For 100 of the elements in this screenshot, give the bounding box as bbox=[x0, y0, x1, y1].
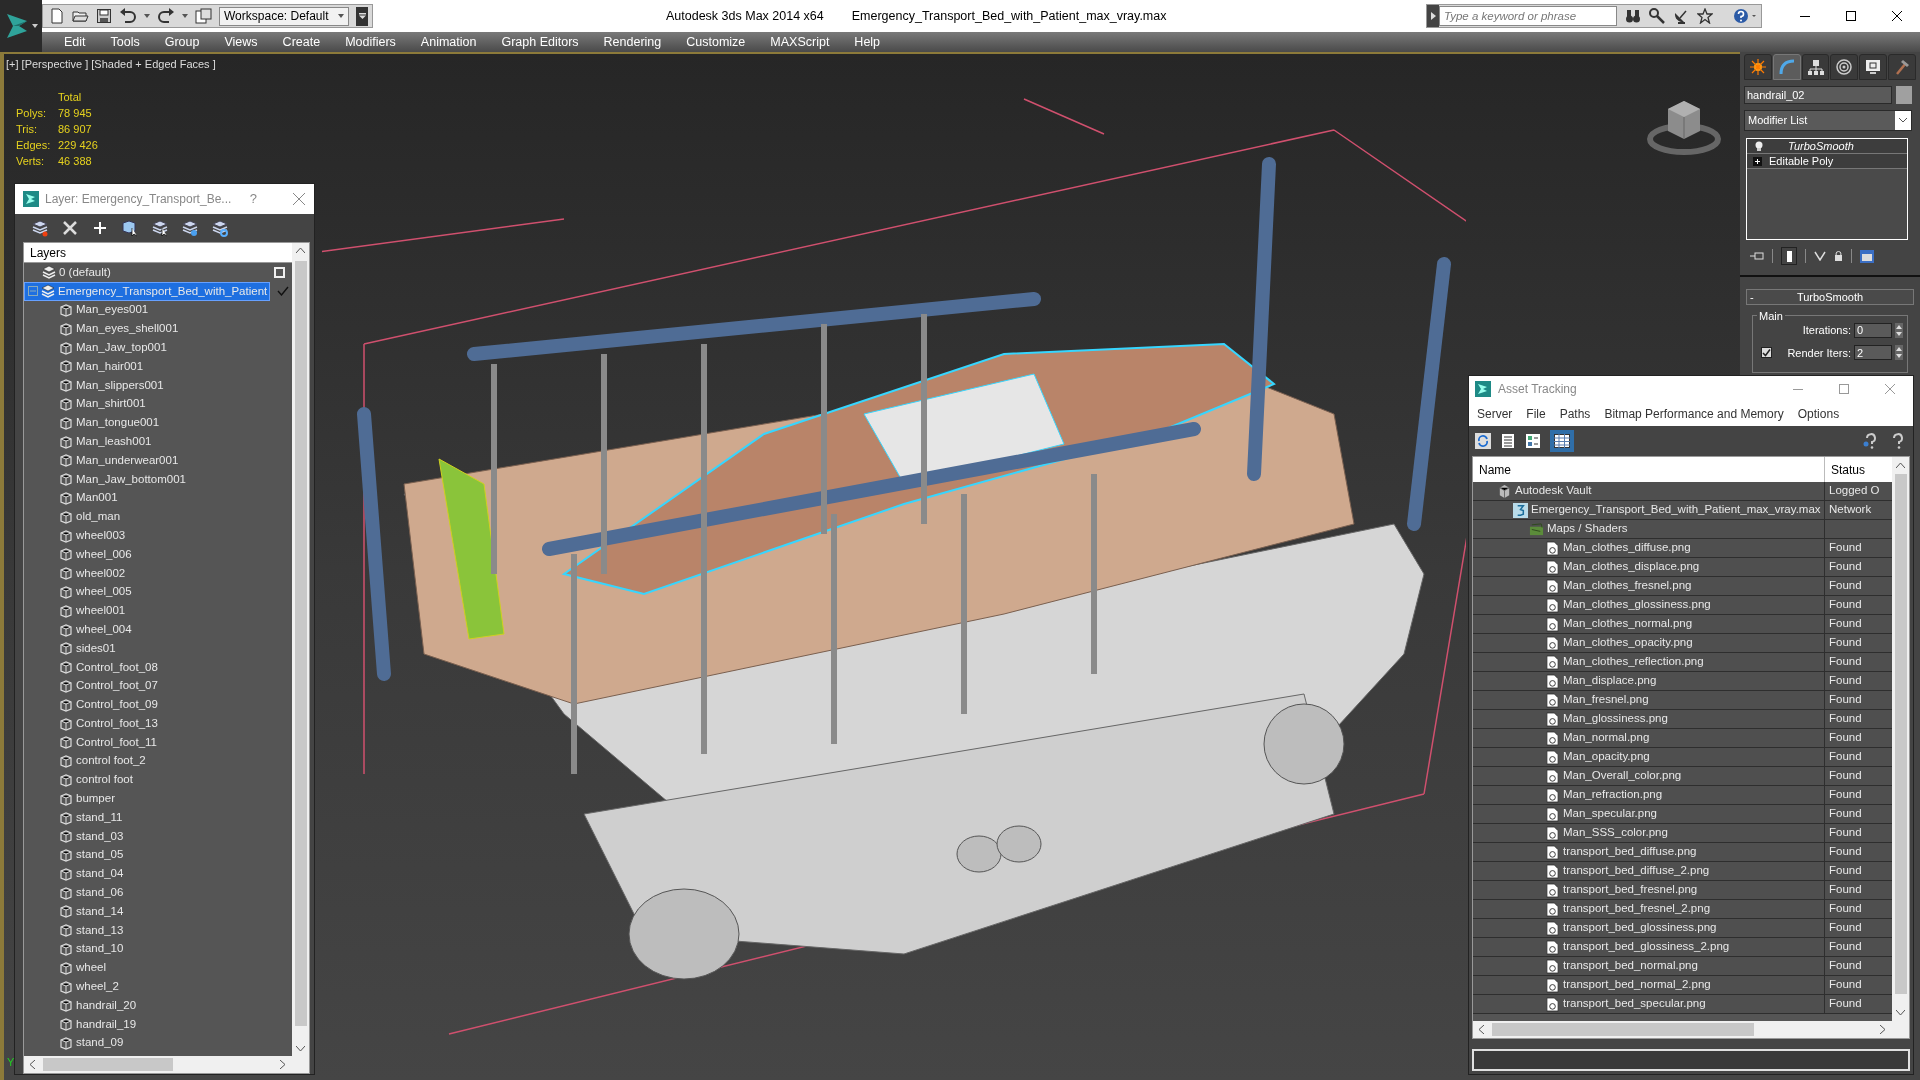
asset-name-cell[interactable]: Man_fresnel.png bbox=[1473, 691, 1825, 709]
asset-name-cell[interactable]: Man_clothes_reflection.png bbox=[1473, 653, 1825, 671]
collapse-toggle[interactable]: - bbox=[1750, 288, 1754, 306]
layer-row[interactable]: Man_hair001 bbox=[24, 357, 268, 376]
asset-name-cell[interactable]: Man_glossiness.png bbox=[1473, 710, 1825, 728]
asset-name-cell[interactable]: Autodesk Vault bbox=[1473, 482, 1825, 500]
modifier-stack-item[interactable]: TurboSmooth bbox=[1747, 139, 1907, 154]
layer-row[interactable]: control foot_2 bbox=[24, 751, 268, 771]
layer-row[interactable]: Man_shirt001 bbox=[24, 394, 268, 414]
layer-row[interactable]: wheel_2 bbox=[24, 977, 268, 997]
menu-item[interactable]: File bbox=[1526, 405, 1546, 423]
layer-row[interactable]: Control_foot_11 bbox=[24, 732, 268, 752]
asset-name-cell[interactable]: transport_bed_glossiness_2.png bbox=[1473, 938, 1825, 956]
layer-row[interactable]: Man_tongue001 bbox=[24, 413, 268, 433]
layer-row[interactable]: stand_14 bbox=[24, 902, 268, 921]
workspace-dropdown[interactable]: Workspace: Default bbox=[219, 6, 349, 26]
menu-item[interactable]: Graph Editors bbox=[501, 32, 579, 52]
menu-item[interactable]: Server bbox=[1477, 405, 1513, 423]
menu-item[interactable]: Views bbox=[224, 32, 258, 52]
layer-row[interactable]: Man_Jaw_top001 bbox=[24, 338, 268, 357]
layer-row[interactable]: stand_04 bbox=[24, 864, 268, 884]
menu-item[interactable]: Group bbox=[164, 32, 200, 52]
menu-item[interactable]: Edit bbox=[64, 32, 86, 52]
number-field[interactable]: 0 bbox=[1854, 322, 1892, 338]
layer-row[interactable]: Man_underwear001 bbox=[24, 450, 268, 470]
viewport-label[interactable]: [+] [Perspective ] [Shaded + Edged Faces ] bbox=[6, 56, 216, 73]
layer-row[interactable]: wheel001 bbox=[24, 601, 268, 621]
menu-item[interactable]: Tools bbox=[110, 32, 140, 52]
asset-name-cell[interactable]: Man_clothes_glossiness.png bbox=[1473, 596, 1825, 614]
layer-row[interactable]: sides01 bbox=[24, 638, 268, 658]
asset-name-cell[interactable]: transport_bed_specular.png bbox=[1473, 995, 1825, 1013]
layer-row[interactable]: wheel_006 bbox=[24, 544, 268, 564]
layer-row[interactable]: stand_13 bbox=[24, 920, 268, 940]
layer-row[interactable]: Man_Jaw_bottom001 bbox=[24, 469, 268, 489]
asset-name-cell[interactable]: Man_clothes_opacity.png bbox=[1473, 634, 1825, 652]
menu-item[interactable]: Customize bbox=[686, 32, 746, 52]
layer-row[interactable]: bumper bbox=[24, 789, 268, 809]
layer-row[interactable]: Man_leash001 bbox=[24, 432, 268, 451]
layer-row[interactable]: wheel_004 bbox=[24, 620, 268, 639]
column-header[interactable]: Status bbox=[1825, 457, 1892, 482]
modifier-list-dropdown[interactable]: Modifier List bbox=[1744, 110, 1912, 131]
layer-row[interactable]: wheel003 bbox=[24, 526, 268, 545]
layer-row[interactable]: Emergency_Transport_Bed_with_Patient bbox=[24, 281, 271, 301]
layer-row[interactable]: Control_foot_08 bbox=[24, 657, 268, 677]
asset-name-cell[interactable]: Man_clothes_displace.png bbox=[1473, 558, 1825, 576]
menu-item[interactable]: Bitmap Performance and Memory bbox=[1604, 405, 1784, 423]
layer-row[interactable]: Control_foot_09 bbox=[24, 695, 268, 715]
layer-row[interactable]: Man001 bbox=[24, 488, 268, 508]
asset-name-cell[interactable]: Man_opacity.png bbox=[1473, 748, 1825, 766]
layer-row[interactable]: Control_foot_07 bbox=[24, 676, 268, 696]
menu-item[interactable]: Create bbox=[282, 32, 321, 52]
menu-item[interactable]: Rendering bbox=[603, 32, 662, 52]
column-header[interactable]: Layers bbox=[24, 243, 292, 263]
asset-name-cell[interactable]: transport_bed_diffuse_2.png bbox=[1473, 862, 1825, 880]
layer-row[interactable]: control foot bbox=[24, 770, 268, 790]
layer-row[interactable]: 0 (default) bbox=[24, 263, 268, 282]
asset-name-cell[interactable]: transport_bed_fresnel_2.png bbox=[1473, 900, 1825, 918]
menu-item[interactable]: Modifiers bbox=[345, 32, 396, 52]
menu-item[interactable]: Paths bbox=[1559, 405, 1591, 423]
layer-row[interactable]: handrail_20 bbox=[24, 996, 268, 1015]
asset-name-cell[interactable]: Emergency_Transport_Bed_with_Patient_max_vray.max bbox=[1473, 501, 1825, 519]
layer-row[interactable]: stand_09 bbox=[24, 1033, 268, 1053]
layer-row[interactable]: Man_eyes_shell001 bbox=[24, 319, 268, 339]
layer-row[interactable]: stand_03 bbox=[24, 826, 268, 846]
modifier-stack-item[interactable]: Editable Poly bbox=[1747, 154, 1907, 169]
asset-name-cell[interactable]: Man_displace.png bbox=[1473, 672, 1825, 690]
layer-row[interactable]: handrail_19 bbox=[24, 1014, 268, 1034]
layer-row[interactable]: wheel_005 bbox=[24, 582, 268, 602]
layer-row[interactable]: stand_06 bbox=[24, 883, 268, 903]
asset-name-cell[interactable]: transport_bed_glossiness.png bbox=[1473, 919, 1825, 937]
asset-name-cell[interactable]: transport_bed_normal_2.png bbox=[1473, 976, 1825, 994]
layer-row[interactable]: wheel bbox=[24, 958, 268, 978]
layer-row[interactable]: stand_11 bbox=[24, 808, 268, 827]
layer-row[interactable]: wheel002 bbox=[24, 563, 268, 583]
asset-name-cell[interactable]: Man_Overall_color.png bbox=[1473, 767, 1825, 785]
asset-name-cell[interactable]: Man_clothes_diffuse.png bbox=[1473, 539, 1825, 557]
menu-item[interactable]: Options bbox=[1797, 405, 1840, 423]
layer-row[interactable]: Man_eyes001 bbox=[24, 300, 268, 320]
asset-name-cell[interactable]: Man_SSS_color.png bbox=[1473, 824, 1825, 842]
menu-item[interactable]: MAXScript bbox=[770, 32, 830, 52]
layer-row[interactable]: Control_foot_13 bbox=[24, 714, 268, 733]
asset-name-cell[interactable]: transport_bed_diffuse.png bbox=[1473, 843, 1825, 861]
search-field[interactable]: Type a keyword or phrase bbox=[1439, 6, 1617, 26]
layer-row[interactable]: stand_05 bbox=[24, 845, 268, 865]
layer-row[interactable]: Man_slippers001 bbox=[24, 375, 268, 395]
number-field[interactable]: 2 bbox=[1854, 345, 1892, 361]
asset-name-cell[interactable]: Man_clothes_normal.png bbox=[1473, 615, 1825, 633]
asset-name-cell[interactable]: transport_bed_fresnel.png bbox=[1473, 881, 1825, 899]
rollout-header[interactable]: - TurboSmooth bbox=[1746, 289, 1914, 305]
object-name-field[interactable]: handrail_02 bbox=[1744, 86, 1892, 104]
asset-name-cell[interactable]: Man_refraction.png bbox=[1473, 786, 1825, 804]
asset-name-cell[interactable]: Man_specular.png bbox=[1473, 805, 1825, 823]
layer-row[interactable]: stand_10 bbox=[24, 939, 268, 959]
asset-name-cell[interactable]: Man_clothes_fresnel.png bbox=[1473, 577, 1825, 595]
menu-item[interactable]: Help bbox=[854, 32, 881, 52]
help-button[interactable]: ? bbox=[249, 189, 257, 209]
layer-row[interactable]: old_man bbox=[24, 507, 268, 527]
menu-item[interactable]: Animation bbox=[420, 32, 477, 52]
asset-name-cell[interactable]: Man_normal.png bbox=[1473, 729, 1825, 747]
asset-name-cell[interactable]: transport_bed_normal.png bbox=[1473, 957, 1825, 975]
